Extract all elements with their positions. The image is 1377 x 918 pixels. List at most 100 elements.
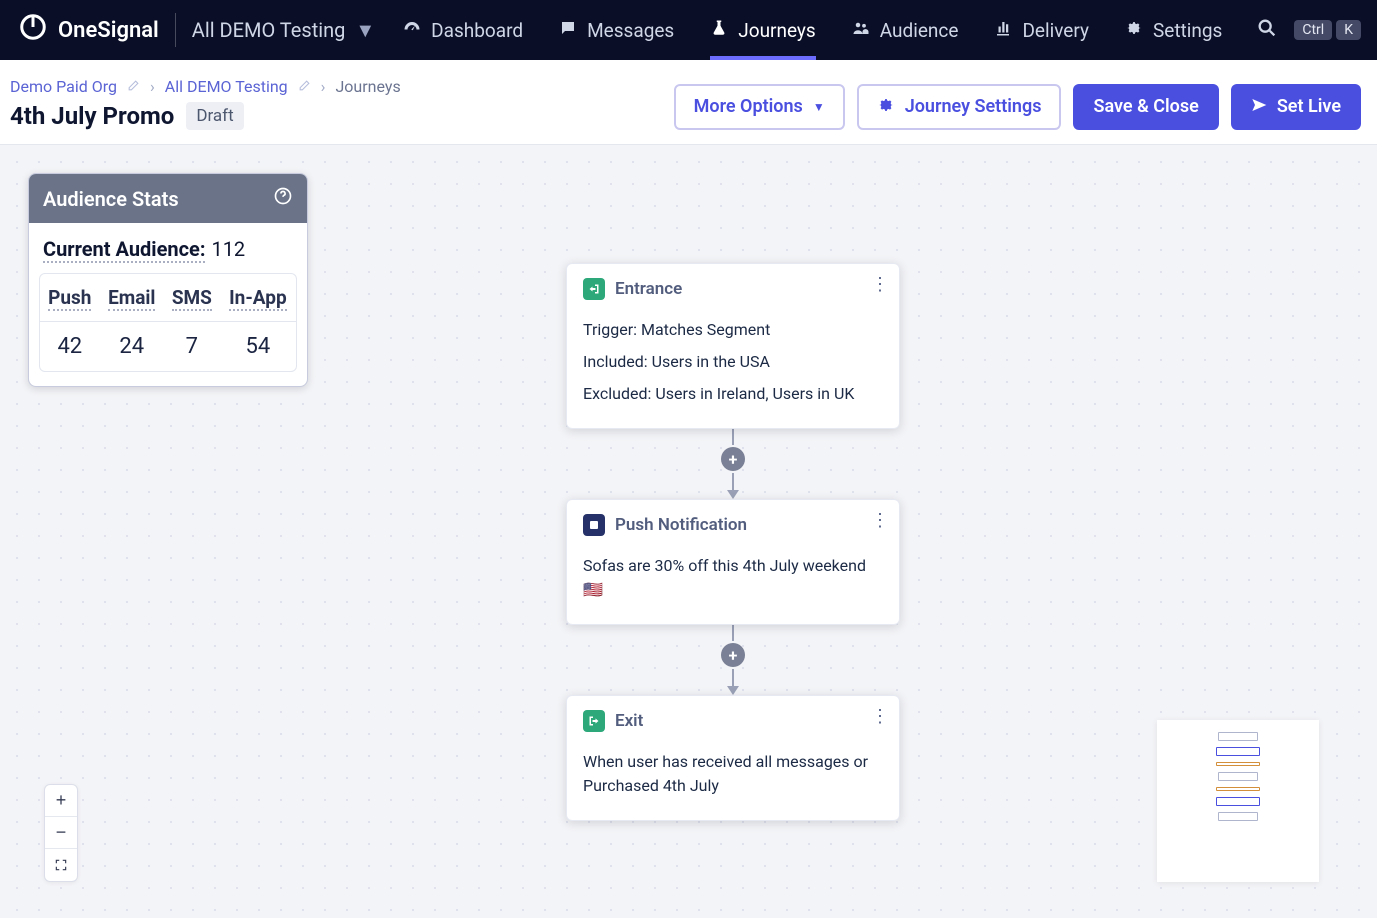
chevron-right-icon: › [150, 77, 155, 96]
top-nav: OneSignal All DEMO Testing ▼ Dashboard M… [0, 0, 1377, 60]
status-badge: Draft [186, 102, 243, 130]
brand[interactable]: OneSignal [18, 12, 159, 48]
chevron-right-icon: › [321, 77, 326, 96]
nav-delivery[interactable]: Delivery [994, 0, 1089, 60]
val-email: 24 [100, 322, 164, 372]
push-body: Sofas are 30% off this 4th July weekend … [583, 554, 883, 602]
exit-node[interactable]: ⋮ Exit When user has received all messag… [566, 695, 900, 821]
nav-audience[interactable]: Audience [852, 0, 959, 60]
caret-down-icon: ▼ [355, 18, 375, 43]
help-icon[interactable] [273, 186, 293, 211]
connector: + [721, 429, 745, 499]
edit-icon[interactable] [127, 77, 140, 96]
kbd-k: K [1336, 20, 1361, 40]
brand-name: OneSignal [58, 18, 159, 43]
minimap[interactable] [1157, 720, 1319, 882]
save-close-label: Save & Close [1093, 98, 1198, 116]
connector: + [721, 625, 745, 695]
nav-right: Ctrl K [1256, 17, 1361, 43]
nav-items: Dashboard Messages Journeys Audience Del… [403, 0, 1222, 60]
more-options-label: More Options [694, 98, 803, 116]
kbd-ctrl: Ctrl [1294, 20, 1332, 40]
node-menu-icon[interactable]: ⋮ [871, 274, 889, 295]
set-live-label: Set Live [1277, 98, 1341, 116]
entrance-excluded: Excluded: Users in Ireland, Users in UK [583, 382, 883, 406]
push-node[interactable]: ⋮ Push Notification Sofas are 30% off th… [566, 499, 900, 625]
entrance-included: Included: Users in the USA [583, 350, 883, 374]
audience-table: Push Email SMS In-App 42 24 7 54 [39, 273, 297, 372]
entrance-icon [583, 278, 605, 300]
search-icon[interactable] [1256, 17, 1278, 43]
gear-icon [877, 96, 895, 118]
node-menu-icon[interactable]: ⋮ [871, 510, 889, 531]
breadcrumb: Demo Paid Org › All DEMO Testing › Journ… [10, 77, 401, 96]
journey-settings-label: Journey Settings [905, 98, 1042, 116]
entrance-node[interactable]: ⋮ Entrance Trigger: Matches Segment Incl… [566, 263, 900, 429]
zoom-out-button[interactable]: − [45, 817, 77, 849]
nav-dashboard[interactable]: Dashboard [403, 0, 523, 60]
val-inapp: 54 [220, 322, 296, 372]
nav-settings-label: Settings [1153, 19, 1222, 42]
col-email: Email [108, 286, 155, 311]
save-close-button[interactable]: Save & Close [1073, 84, 1218, 130]
nav-dashboard-label: Dashboard [431, 19, 523, 42]
crumb-app[interactable]: All DEMO Testing [165, 77, 288, 96]
nav-divider [175, 13, 176, 47]
nav-settings[interactable]: Settings [1125, 0, 1222, 60]
zoom-in-button[interactable]: + [45, 785, 77, 817]
audience-stats-card: Audience Stats Current Audience: 112 Pus… [28, 173, 308, 387]
val-sms: 7 [164, 322, 220, 372]
gauge-icon [403, 19, 421, 42]
entrance-title: Entrance [615, 279, 682, 299]
zoom-controls: + − [44, 784, 78, 882]
onesignal-logo-icon [18, 12, 48, 48]
minimap-node [1216, 762, 1260, 766]
push-title: Push Notification [615, 515, 747, 535]
node-menu-icon[interactable]: ⋮ [871, 706, 889, 727]
col-inapp: In-App [229, 286, 287, 311]
push-icon [583, 514, 605, 536]
minimap-node [1218, 732, 1258, 741]
val-push: 42 [40, 322, 100, 372]
crumb-section[interactable]: Journeys [335, 77, 400, 96]
col-push: Push [48, 286, 91, 311]
minimap-node [1218, 772, 1258, 781]
edit-icon[interactable] [298, 77, 311, 96]
crumb-org[interactable]: Demo Paid Org [10, 77, 117, 96]
nav-messages[interactable]: Messages [559, 0, 674, 60]
chat-icon [559, 19, 577, 42]
nav-messages-label: Messages [587, 19, 674, 42]
journey-canvas[interactable]: Audience Stats Current Audience: 112 Pus… [0, 145, 1377, 918]
chart-icon [994, 19, 1012, 42]
exit-title: Exit [615, 711, 643, 731]
entrance-trigger: Trigger: Matches Segment [583, 318, 883, 342]
nav-audience-label: Audience [880, 19, 959, 42]
minimap-node [1216, 787, 1260, 791]
fullscreen-button[interactable] [45, 849, 77, 881]
subheader: Demo Paid Org › All DEMO Testing › Journ… [0, 60, 1377, 145]
current-audience-value: 112 [211, 237, 245, 263]
current-audience-label: Current Audience: [43, 237, 205, 263]
exit-body: When user has received all messages or P… [583, 750, 883, 798]
journey-settings-button[interactable]: Journey Settings [857, 84, 1062, 130]
col-sms: SMS [172, 286, 212, 311]
more-options-button[interactable]: More Options ▼ [674, 84, 845, 130]
gear-icon [1125, 19, 1143, 42]
exit-icon [583, 710, 605, 732]
app-selector[interactable]: All DEMO Testing ▼ [192, 18, 375, 43]
add-step-button[interactable]: + [721, 447, 745, 471]
minimap-node [1216, 797, 1260, 806]
users-icon [852, 19, 870, 42]
page-title: 4th July Promo [10, 102, 174, 130]
minimap-node [1216, 747, 1260, 756]
caret-down-icon: ▼ [813, 101, 825, 113]
set-live-button[interactable]: Set Live [1231, 84, 1361, 130]
search-shortcut: Ctrl K [1294, 20, 1361, 40]
audience-stats-heading: Audience Stats [43, 187, 179, 211]
nav-journeys[interactable]: Journeys [710, 0, 815, 60]
paper-plane-icon [1251, 97, 1267, 117]
minimap-node [1218, 812, 1258, 821]
add-step-button[interactable]: + [721, 643, 745, 667]
nav-delivery-label: Delivery [1022, 19, 1089, 42]
app-selector-label: All DEMO Testing [192, 18, 346, 42]
